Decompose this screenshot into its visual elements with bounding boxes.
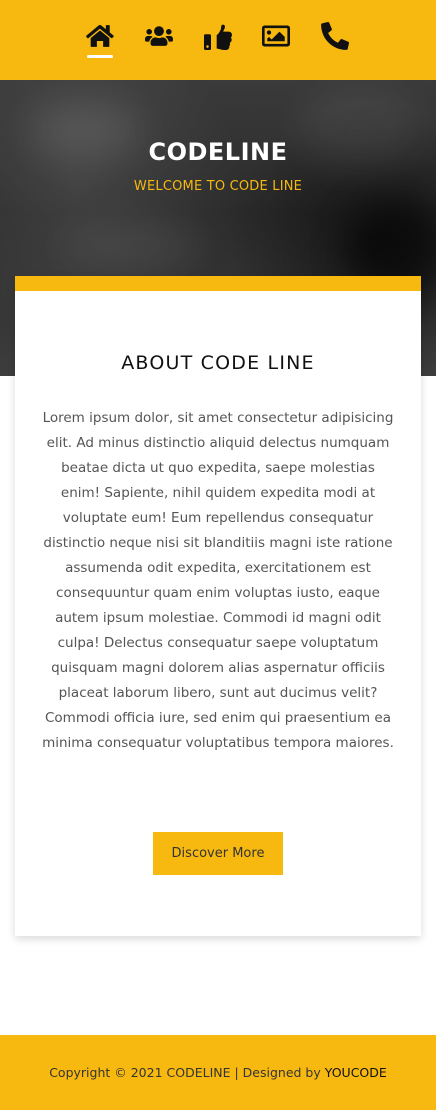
about-title: ABOUT CODE LINE	[121, 352, 315, 374]
thumbs-up-icon	[204, 24, 232, 50]
footer: Copyright © 2021 CODELINE | Designed by …	[0, 1035, 436, 1110]
home-icon	[86, 25, 114, 47]
phone-icon	[321, 22, 349, 50]
nav-item-contact[interactable]	[315, 22, 355, 62]
card-accent-bar	[15, 276, 421, 291]
nav-item-gallery[interactable]	[256, 22, 296, 62]
hero-title: CODELINE	[148, 138, 288, 166]
nav-item-services[interactable]	[198, 22, 238, 62]
nav-item-home[interactable]	[80, 22, 120, 62]
top-nav	[0, 0, 436, 80]
about-text: Lorem ipsum dolor, sit amet consectetur …	[42, 410, 394, 751]
nav-items	[0, 0, 436, 80]
active-indicator	[87, 55, 113, 58]
image-icon	[262, 25, 290, 47]
users-icon	[145, 26, 173, 46]
nav-item-team[interactable]	[139, 22, 179, 62]
footer-brand-link[interactable]: YOUCODE	[325, 1065, 387, 1080]
hero-subtitle: WELCOME TO CODE LINE	[133, 179, 303, 194]
about-card: ABOUT CODE LINE Lorem ipsum dolor, sit a…	[15, 276, 421, 936]
footer-copyright: Copyright © 2021 CODELINE | Designed by	[49, 1065, 321, 1080]
discover-more-button[interactable]: Discover More	[153, 832, 283, 875]
